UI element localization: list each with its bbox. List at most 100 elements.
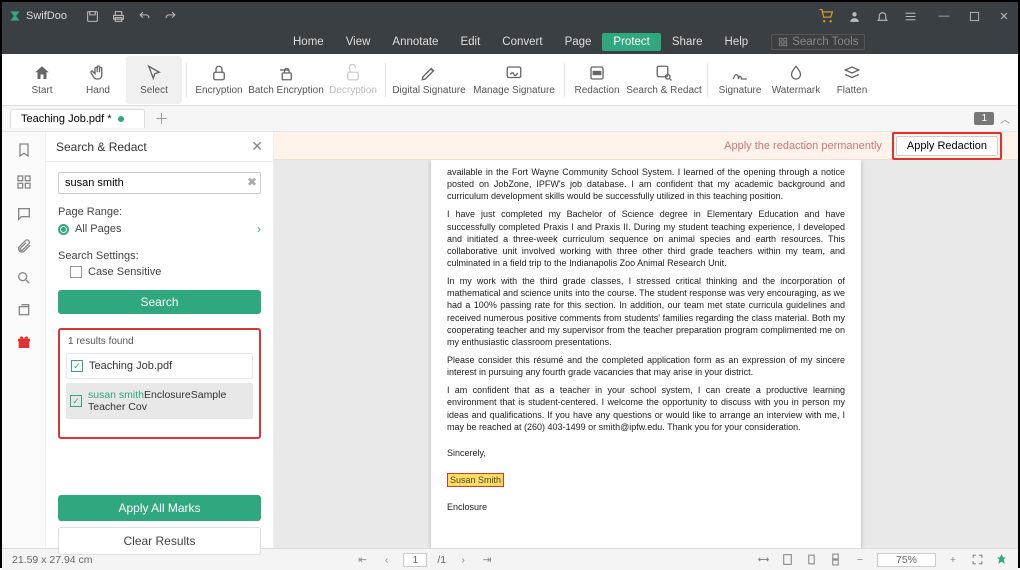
thumbnails-icon[interactable]	[14, 172, 34, 192]
prev-page-icon[interactable]: ‹	[379, 553, 393, 567]
layers-icon[interactable]	[14, 300, 34, 320]
continuous-page-icon[interactable]	[829, 553, 843, 567]
ribbon-search-redact[interactable]: Search & Redact	[625, 56, 703, 104]
manage-sign-icon	[505, 64, 523, 82]
doc-enclosure: Enclosure	[447, 501, 845, 513]
ribbon-watermark[interactable]: Watermark	[768, 56, 824, 104]
panel-title: Search & Redact	[56, 140, 147, 154]
menu-protect[interactable]: Protect	[602, 33, 660, 51]
user-icon[interactable]	[846, 8, 862, 24]
ribbon-manage-signature[interactable]: Manage Signature	[468, 56, 560, 104]
document-tab-label: Teaching Job.pdf *	[21, 113, 112, 125]
results-found-label: 1 results found	[66, 336, 253, 353]
search-tools[interactable]: Search Tools	[771, 34, 865, 50]
doc-paragraph: I am confident that as a teacher in your…	[447, 384, 845, 433]
page-range-row[interactable]: All Pages ›	[46, 220, 273, 244]
close-panel-icon[interactable]: ✕	[251, 138, 263, 155]
menu-bar: Home View Annotate Edit Convert Page Pro…	[2, 30, 1018, 54]
gift-icon[interactable]	[14, 332, 34, 352]
maximize-icon[interactable]	[966, 8, 982, 24]
ribbon-batch-encryption[interactable]: Batch Encryption	[247, 56, 325, 104]
pin-icon[interactable]	[994, 553, 1008, 567]
clear-results-button[interactable]: Clear Results	[58, 527, 261, 555]
close-window-icon[interactable]: ✕	[996, 8, 1012, 24]
signature-icon	[731, 64, 749, 82]
zoom-in-icon[interactable]: +	[946, 553, 960, 567]
search-input[interactable]	[58, 172, 261, 194]
ribbon-start[interactable]: Start	[14, 56, 70, 104]
ribbon-signature[interactable]: Signature	[712, 56, 768, 104]
doc-paragraph: Please consider this résumé and the comp…	[447, 354, 845, 378]
ribbon: Start Hand Select Encryption Batch Encry…	[2, 54, 1018, 106]
ribbon-flatten[interactable]: Flatten	[824, 56, 880, 104]
apply-redaction-button[interactable]: Apply Redaction	[896, 136, 998, 156]
unlock-icon	[344, 64, 362, 82]
batch-lock-icon	[277, 64, 295, 82]
ribbon-digital-signature[interactable]: Digital Signature	[390, 56, 468, 104]
search-button[interactable]: Search	[58, 290, 261, 314]
fullscreen-icon[interactable]	[970, 553, 984, 567]
redaction-mark[interactable]: Susan Smith	[447, 473, 504, 487]
doc-paragraph: available in the Fort Wayne Community Sc…	[447, 166, 845, 202]
clear-search-icon[interactable]: ✖	[247, 175, 257, 189]
redaction-icon	[588, 64, 606, 82]
bookmark-icon[interactable]	[14, 140, 34, 160]
document-tab[interactable]: Teaching Job.pdf *	[10, 109, 145, 128]
single-page-icon[interactable]	[805, 553, 819, 567]
result-match-row[interactable]: ✓ susan smithEnclosureSample Teacher Cov	[66, 383, 253, 419]
fit-width-icon[interactable]	[757, 553, 771, 567]
zoom-value[interactable]: 75%	[877, 553, 936, 567]
fit-page-icon[interactable]	[781, 553, 795, 567]
cart-icon[interactable]	[818, 8, 834, 24]
document-tabs: Teaching Job.pdf * ＋ 1 ︿	[2, 106, 1018, 132]
ribbon-decryption: Decryption	[325, 56, 381, 104]
case-sensitive-checkbox[interactable]: Case Sensitive	[46, 264, 273, 286]
menu-page[interactable]: Page	[554, 33, 603, 51]
total-pages: /1	[437, 554, 446, 566]
checkbox-checked-icon: ✓	[71, 360, 83, 372]
menu-help[interactable]: Help	[714, 33, 760, 51]
save-icon[interactable]	[85, 8, 101, 24]
ribbon-hand[interactable]: Hand	[70, 56, 126, 104]
left-rail	[2, 132, 46, 548]
apply-redaction-message: Apply the redaction permanently	[724, 140, 882, 152]
radio-checked-icon	[58, 224, 69, 235]
ribbon-redaction[interactable]: Redaction	[569, 56, 625, 104]
app-logo: SwifDoo	[8, 9, 67, 23]
undo-icon[interactable]	[137, 8, 153, 24]
last-page-icon[interactable]: ⇥	[480, 553, 494, 567]
apply-all-marks-button[interactable]: Apply All Marks	[58, 495, 261, 521]
search-settings-label: Search Settings:	[46, 244, 273, 264]
collapse-ribbon-icon[interactable]: ︿	[1000, 111, 1010, 126]
result-file-row[interactable]: ✓ Teaching Job.pdf	[66, 353, 253, 379]
comments-icon[interactable]	[14, 204, 34, 224]
app-name: SwifDoo	[26, 10, 67, 22]
menu-view[interactable]: View	[335, 33, 382, 51]
ribbon-encryption[interactable]: Encryption	[191, 56, 247, 104]
menu-convert[interactable]: Convert	[491, 33, 553, 51]
menu-annotate[interactable]: Annotate	[381, 33, 449, 51]
redo-icon[interactable]	[163, 8, 179, 24]
search-rail-icon[interactable]	[14, 268, 34, 288]
page-canvas[interactable]: available in the Fort Wayne Community Sc…	[274, 160, 1018, 548]
bell-icon[interactable]	[874, 8, 890, 24]
cursor-icon	[145, 64, 163, 82]
zoom-out-icon[interactable]: −	[853, 553, 867, 567]
chevron-right-icon[interactable]: ›	[257, 222, 261, 236]
next-page-icon[interactable]: ›	[456, 553, 470, 567]
ribbon-select[interactable]: Select	[126, 56, 182, 104]
attachments-icon[interactable]	[14, 236, 34, 256]
menu-share[interactable]: Share	[661, 33, 714, 51]
menu-home[interactable]: Home	[282, 33, 335, 51]
page-dimensions: 21.59 x 27.94 cm	[12, 554, 93, 566]
current-page-input[interactable]: 1	[403, 553, 427, 567]
print-icon[interactable]	[111, 8, 127, 24]
doc-paragraph: In my work with the third grade classes,…	[447, 275, 845, 348]
minimize-icon[interactable]: —	[936, 8, 952, 24]
menu-icon[interactable]	[902, 8, 918, 24]
new-tab-button[interactable]: ＋	[155, 109, 169, 129]
pen-sign-icon	[420, 64, 438, 82]
first-page-icon[interactable]: ⇤	[355, 553, 369, 567]
menu-edit[interactable]: Edit	[449, 33, 491, 51]
page-range-label: Page Range:	[46, 200, 273, 220]
